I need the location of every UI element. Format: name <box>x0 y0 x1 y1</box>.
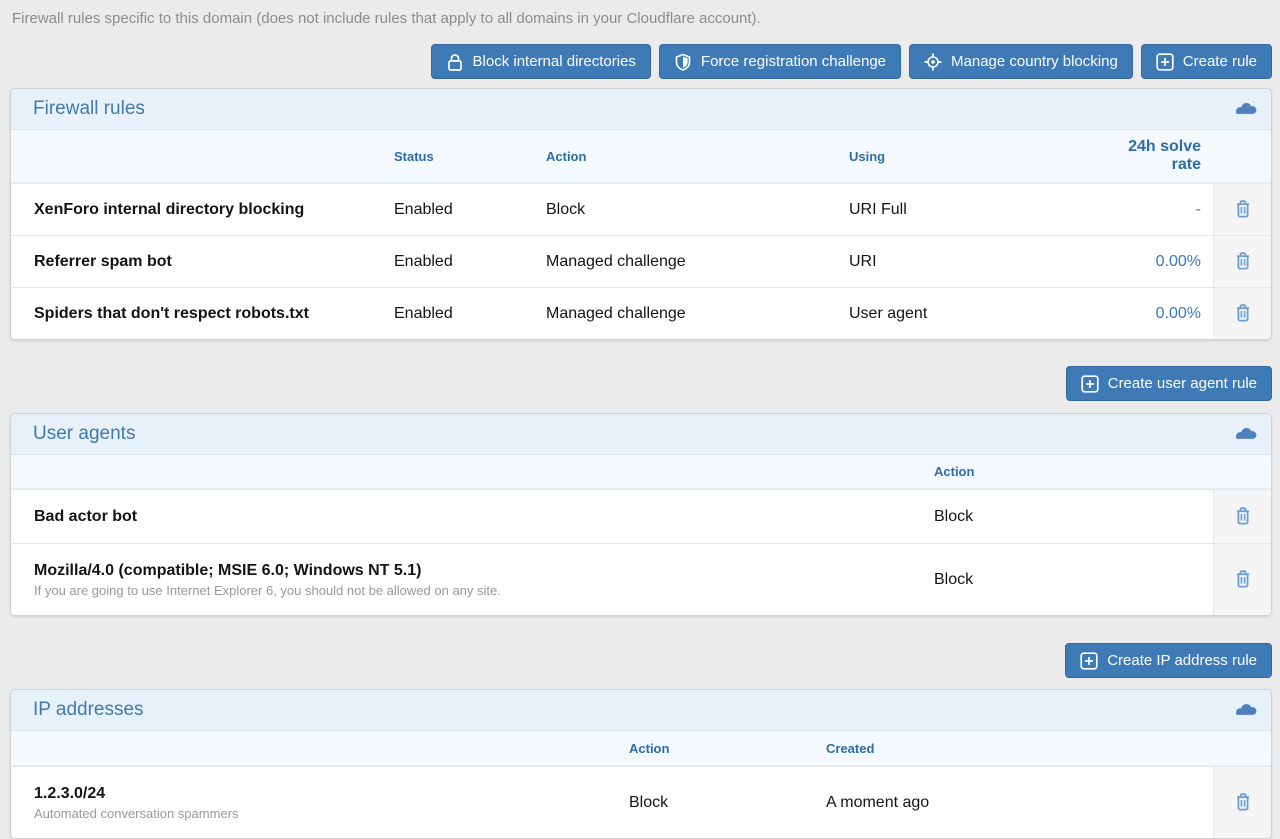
ip-addresses-section: IP addresses Action Created 1.2.3.0/24 A… <box>10 689 1272 839</box>
manage-country-blocking-button[interactable]: Manage country blocking <box>909 44 1133 79</box>
column-header-solve-rate: 24h solve rate <box>1109 130 1213 182</box>
column-header-status: Status <box>394 141 546 172</box>
block-internal-directories-button[interactable]: Block internal directories <box>431 44 651 79</box>
page-description: Firewall rules specific to this domain (… <box>0 0 1280 27</box>
table-row: Mozilla/4.0 (compatible; MSIE 6.0; Windo… <box>11 543 1271 615</box>
column-header-action: Action <box>934 456 1213 487</box>
delete-ip-button[interactable] <box>1229 787 1257 818</box>
user-agent-description: If you are going to use Internet Explore… <box>34 583 924 598</box>
toolbar: Block internal directories Force registr… <box>8 44 1272 79</box>
column-header-action: Action <box>546 141 849 172</box>
delete-rule-button[interactable] <box>1229 246 1257 277</box>
cloudflare-cloud-icon <box>1234 427 1257 441</box>
trash-icon <box>1233 791 1253 814</box>
ip-addresses-header: IP addresses <box>11 690 1271 731</box>
rule-action: Block <box>546 193 849 227</box>
button-label: Create user agent rule <box>1108 375 1257 392</box>
column-header-action: Action <box>629 733 826 764</box>
delete-rule-button[interactable] <box>1229 298 1257 329</box>
rule-using: URI <box>849 245 1109 279</box>
create-user-agent-row: Create user agent rule <box>8 366 1272 401</box>
table-row: Referrer spam bot Enabled Managed challe… <box>11 235 1271 287</box>
table-row: XenForo internal directory blocking Enab… <box>11 183 1271 235</box>
shield-icon <box>674 53 692 71</box>
user-agent-name: Mozilla/4.0 (compatible; MSIE 6.0; Windo… <box>34 562 924 580</box>
rule-solve-rate: - <box>1109 193 1213 227</box>
section-title: IP addresses <box>33 699 144 721</box>
delete-user-agent-button[interactable] <box>1229 564 1257 595</box>
create-rule-button[interactable]: Create rule <box>1141 44 1272 79</box>
force-registration-challenge-button[interactable]: Force registration challenge <box>659 44 901 79</box>
section-title: Firewall rules <box>33 98 145 120</box>
trash-icon <box>1233 568 1253 591</box>
rule-using: User agent <box>849 297 1109 331</box>
ip-created: A moment ago <box>826 786 1213 820</box>
ip-address-description: Automated conversation spammers <box>34 806 619 821</box>
rule-action: Managed challenge <box>546 297 849 331</box>
user-agents-section: User agents Action Bad actor bot Block M… <box>10 413 1272 616</box>
firewall-rules-section: Firewall rules Status Action Using 24h s… <box>10 88 1272 340</box>
ip-addresses-column-headers: Action Created <box>11 731 1271 766</box>
rule-using: URI Full <box>849 193 1109 227</box>
rule-name: Referrer spam bot <box>11 245 394 279</box>
firewall-rules-header: Firewall rules <box>11 89 1271 130</box>
user-agents-column-headers: Action <box>11 455 1271 489</box>
lock-icon <box>446 53 464 71</box>
user-agent-action: Block <box>934 500 1213 534</box>
table-row: Spiders that don't respect robots.txt En… <box>11 287 1271 339</box>
firewall-rules-column-headers: Status Action Using 24h solve rate <box>11 130 1271 183</box>
solve-rate-link[interactable]: 0.00% <box>1156 305 1201 322</box>
ip-action: Block <box>629 786 826 820</box>
user-agent-name: Bad actor bot <box>11 500 934 534</box>
rule-status: Enabled <box>394 297 546 331</box>
button-label: Force registration challenge <box>701 53 886 70</box>
create-ip-address-rule-button[interactable]: Create IP address rule <box>1065 643 1272 678</box>
section-title: User agents <box>33 423 135 445</box>
plus-square-icon <box>1080 652 1098 670</box>
crosshair-icon <box>924 53 942 71</box>
delete-user-agent-button[interactable] <box>1229 501 1257 532</box>
table-row: Bad actor bot Block <box>11 489 1271 543</box>
trash-icon <box>1233 250 1253 273</box>
rule-status: Enabled <box>394 193 546 227</box>
button-label: Block internal directories <box>473 53 636 70</box>
delete-rule-button[interactable] <box>1229 194 1257 225</box>
button-label: Manage country blocking <box>951 53 1118 70</box>
ip-address: 1.2.3.0/24 <box>34 785 619 803</box>
create-user-agent-rule-button[interactable]: Create user agent rule <box>1066 366 1272 401</box>
rule-name: Spiders that don't respect robots.txt <box>11 297 394 331</box>
trash-icon <box>1233 505 1253 528</box>
column-header-using: Using <box>849 141 1109 172</box>
create-ip-address-row: Create IP address rule <box>8 643 1272 678</box>
cloudflare-cloud-icon <box>1234 703 1257 717</box>
user-agents-header: User agents <box>11 414 1271 455</box>
rule-name: XenForo internal directory blocking <box>11 193 394 227</box>
button-label: Create rule <box>1183 53 1257 70</box>
plus-square-icon <box>1156 53 1174 71</box>
plus-square-icon <box>1081 375 1099 393</box>
trash-icon <box>1233 302 1253 325</box>
rule-action: Managed challenge <box>546 245 849 279</box>
button-label: Create IP address rule <box>1107 652 1257 669</box>
trash-icon <box>1233 198 1253 221</box>
column-header-created: Created <box>826 733 1213 764</box>
user-agent-action: Block <box>934 563 1213 597</box>
table-row: 1.2.3.0/24 Automated conversation spamme… <box>11 766 1271 838</box>
cloudflare-cloud-icon <box>1234 102 1257 116</box>
rule-status: Enabled <box>394 245 546 279</box>
solve-rate-link[interactable]: 0.00% <box>1156 253 1201 270</box>
